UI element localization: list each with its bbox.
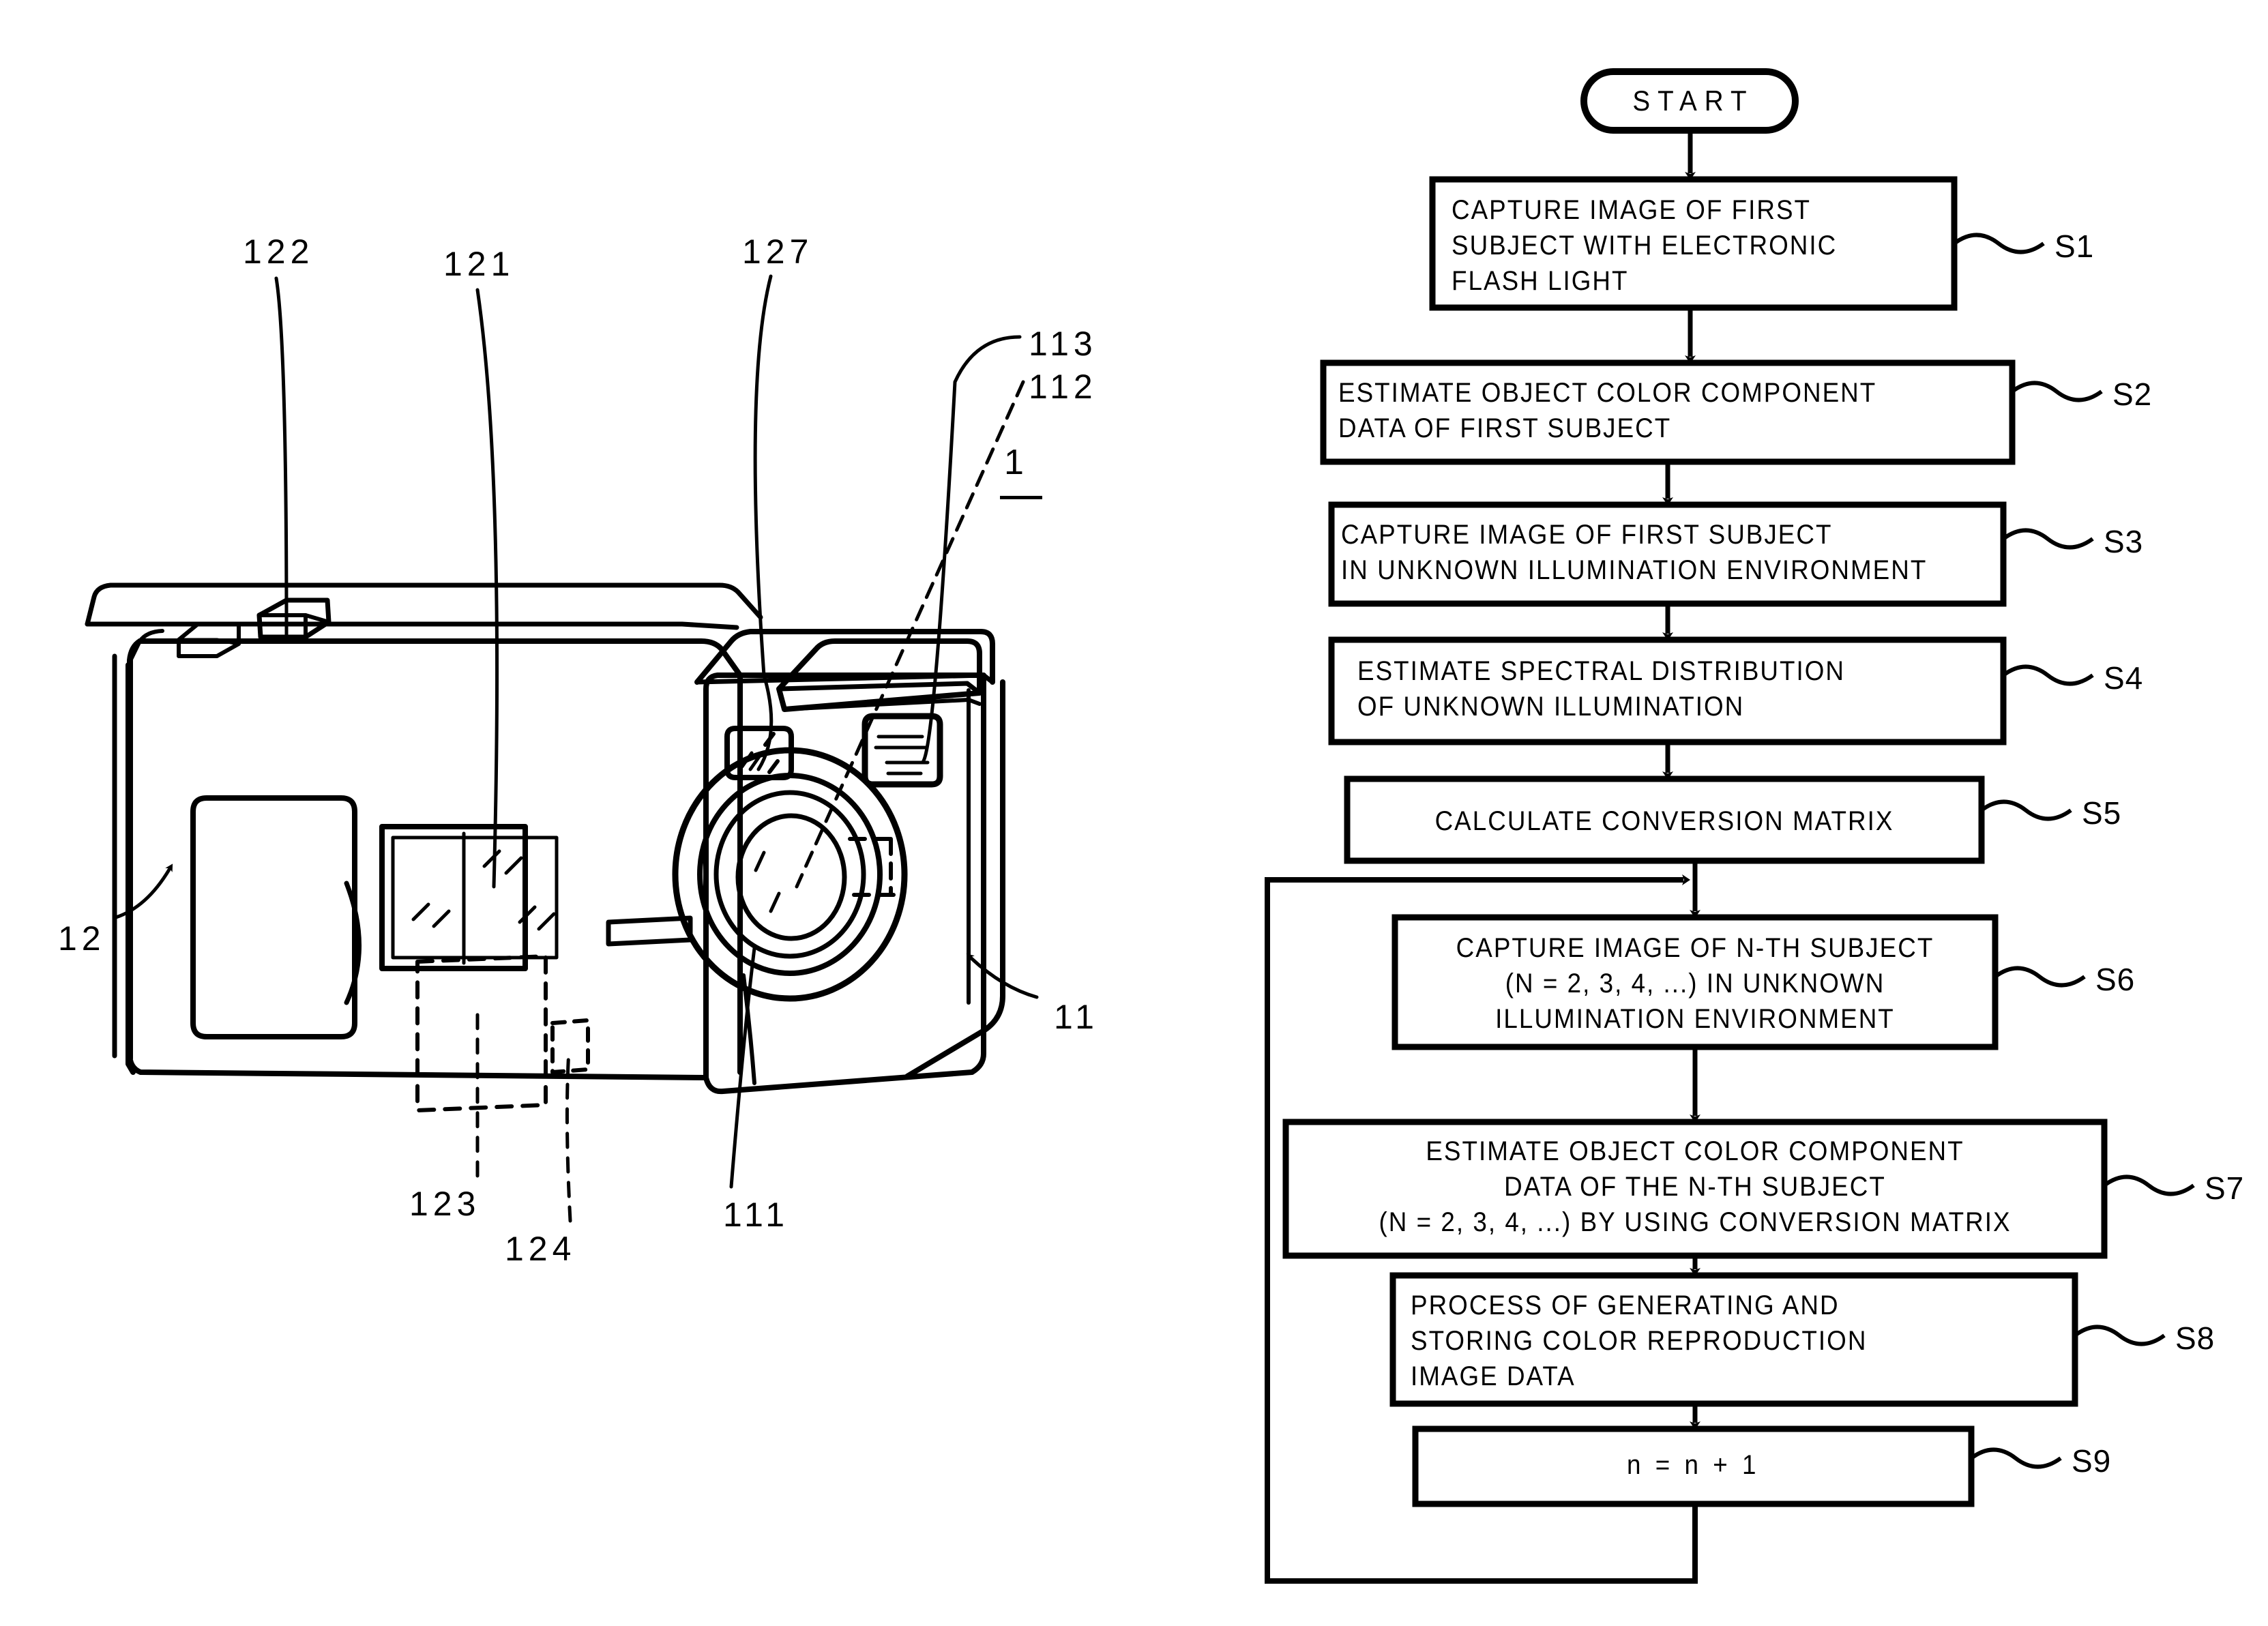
ref-numeral-112: 112 [1029,368,1098,406]
ref-numeral-121: 121 [443,245,515,283]
step-label-S2: S2 [2112,376,2153,412]
figure-device-number-underline [1000,496,1042,499]
viewfinder-glint-3 [411,902,430,921]
ref-numeral-127: 127 [742,233,814,271]
lens-mid-ring [697,773,883,976]
step-label-S9: S9 [2072,1443,2112,1479]
ref-numeral-124: 124 [505,1230,576,1268]
memory-block-hidden-outline [415,954,548,1112]
step-label-S3: S3 [2104,524,2144,559]
step-text-S2: ESTIMATE OBJECT COLOR COMPONENT DATA OF … [1338,378,1877,443]
ref-numeral-123: 123 [409,1185,481,1223]
step-text-S1: CAPTURE IMAGE OF FIRST SUBJECT WITH ELEC… [1452,195,1838,296]
lens-glint-2 [769,891,781,913]
flash-window-glint-4 [767,759,780,774]
viewfinder-glint-2 [504,856,523,875]
ref-numeral-113: 113 [1029,325,1098,363]
step-text-S9: n = n + 1 [1627,1450,1760,1480]
camera-top-ridge [85,621,739,630]
step-text-S8: PROCESS OF GENERATING AND STORING COLOR … [1411,1290,1868,1391]
step-label-S7: S7 [2205,1170,2245,1206]
step-label-S4: S4 [2104,660,2144,696]
camera-rear-body-top-line [137,638,743,678]
ref-numeral-12: 12 [58,919,106,958]
step-text-S5: CALCULATE CONVERSION MATRIX [1434,806,1894,836]
lens-outer-ring [672,747,908,1002]
step-label-S8: S8 [2175,1320,2215,1356]
step-label-S6: S6 [2095,962,2136,997]
flash-emitter-shelf-face [776,681,982,696]
squiggle-S3 [2002,528,2094,550]
camera-illustration [85,582,1005,1112]
ref-numeral-111: 111 [723,1196,790,1234]
step-text-S7: ESTIMATE OBJECT COLOR COMPONENT DATA OF … [1379,1136,2012,1237]
viewfinder-glint-1 [482,849,501,868]
ref-numeral-11: 11 [1054,998,1099,1036]
squiggle-S2 [2011,381,2103,402]
squiggle-S1 [1953,233,2045,254]
squiggle-S6 [1994,966,2086,988]
connector-hidden-outline [550,1018,590,1074]
camera-bottom-right-corner [904,993,1005,1079]
leader-12 [114,863,173,919]
step-text-S6: CAPTURE IMAGE OF N-TH SUBJECT (N = 2, 3,… [1456,933,1934,1034]
viewfinder-window-inner [391,836,559,960]
af-sensor-slot [606,915,693,947]
squiggle-S4 [2002,664,2094,686]
step-text-S3: CAPTURE IMAGE OF FIRST SUBJECT IN UNKNOW… [1341,520,1928,585]
ref-numeral-122: 122 [243,233,314,271]
figure-device-number: 1 [1004,443,1029,482]
start-terminator-label: START [1632,85,1754,117]
step-label-S5: S5 [2082,795,2122,831]
shutter-release-button-top [257,613,331,624]
leader-122 [274,276,289,636]
camera-rear-panel [190,795,357,1039]
viewfinder-glint-6 [537,912,556,931]
lens-glass [735,813,847,941]
squiggle-S7 [2103,1174,2195,1196]
step-label-S1: S1 [2055,228,2095,264]
squiggle-S5 [1980,799,2072,821]
squiggle-S8 [2074,1325,2166,1346]
leader-121 [475,288,499,889]
leader-127 [753,274,774,771]
camera-rear-top-plate [85,582,763,627]
squiggle-S9 [1970,1447,2062,1469]
viewfinder-window-frame [379,824,528,971]
viewfinder-glint-4 [432,909,451,928]
lens-glint-1 [754,851,766,872]
step-text-S4: ESTIMATE SPECTRAL DISTRIBUTION OF UNKNOW… [1357,656,1846,722]
patent-figure-page: 1 122 121 127 113 112 11 12 123 124 111 … [0,0,2268,1626]
